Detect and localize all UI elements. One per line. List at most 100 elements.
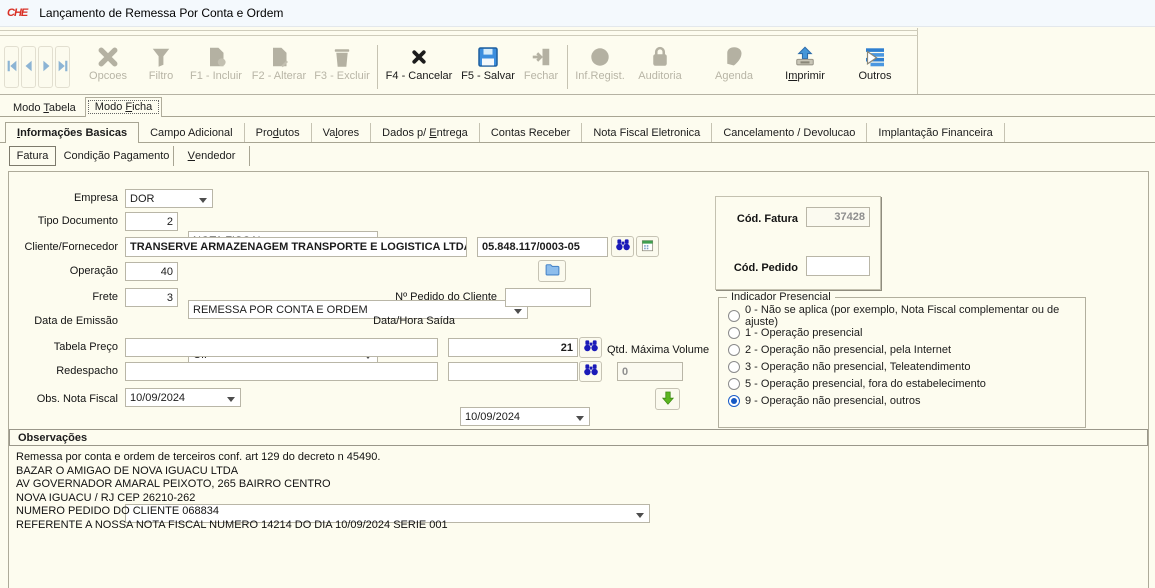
first-record-button[interactable] [4,46,19,88]
first-record-icon [5,59,19,76]
application-window: CHE Lançamento de Remessa Por Conta e Or… [0,0,1155,588]
tipo-documento-label: Tipo Documento [0,212,118,231]
operacao-code-field[interactable]: 40 [125,262,178,281]
data-emissao-label: Data de Emissão [0,312,118,331]
pedido-cliente-field[interactable] [505,288,591,307]
last-record-button[interactable] [55,46,70,88]
observacoes-memo[interactable]: Remessa por conta e ordem de terceiros c… [16,451,1126,532]
tab-informacoes-basicas[interactable]: Informações Basicas [5,122,139,143]
agenda-button[interactable]: Agenda [703,42,765,92]
next-record-icon [39,59,53,76]
radio-indicador-1[interactable]: 1 - Operação presencial [728,325,862,340]
observacoes-header: Observações [9,429,1148,446]
tab-cancelamento-devolucao[interactable]: Cancelamento / Devolucao [712,123,867,142]
memo-line: AV GOVERNADOR AMARAL PEIXOTO, 265 BAIRRO… [16,478,1126,492]
previous-record-button[interactable] [21,46,36,88]
empresa-label: Empresa [0,189,118,208]
indicador-presencial-group: Indicador Presencial 0 - Não se aplica (… [718,297,1086,428]
auditoria-button[interactable]: Auditoria [631,42,689,92]
outros-button[interactable]: Outros [844,42,906,92]
pedido-cliente-label: Nº Pedido do Cliente [385,288,497,307]
cliente-calendar-button[interactable] [636,236,659,257]
tab-modo-tabela[interactable]: Modo Tabela [4,99,85,116]
f4-cancelar-button[interactable]: F4 - Cancelar [382,42,456,92]
data-emissao-picker[interactable]: 10/09/2024 [125,388,241,407]
tab-modo-ficha[interactable]: Modo Ficha [85,97,163,117]
tab-fatura[interactable]: Fatura [9,146,56,166]
cod-pedido-label: Cód. Pedido [726,259,798,278]
cliente-nome-field[interactable]: TRANSERVE ARMAZENAGEM TRANSPORTE E LOGIS… [125,237,467,257]
toolbar-separator [567,45,568,89]
tab-condicao-pagamento[interactable]: Condição Pagamento [60,146,174,166]
fechar-button[interactable]: Fechar [518,42,564,92]
memo-line: BAZAR O AMIGAO DE NOVA IGUACU LTDA [16,465,1126,479]
next-record-button[interactable] [38,46,53,88]
cod-pedido-field[interactable] [806,256,870,276]
tab-contas-receber[interactable]: Contas Receber [480,123,583,142]
f5-salvar-button[interactable]: F5 - Salvar [458,42,518,92]
binoculars-icon [615,237,631,256]
memo-line: Remessa por conta e ordem de terceiros c… [16,451,1126,465]
tab-nota-fiscal-eletronica[interactable]: Nota Fiscal Eletronica [582,123,712,142]
binoculars-icon [583,362,599,381]
radio-icon [728,361,740,373]
redespacho-code-field[interactable] [448,362,578,381]
memo-line: REFERENTE A NOSSA NOTA FISCAL NUMERO 142… [16,519,1126,533]
redespacho-search-button[interactable] [579,361,602,382]
radio-indicador-0[interactable]: 0 - Não se aplica (por exemplo, Nota Fis… [728,308,1085,323]
tab-dados-p-entrega[interactable]: Dados p/ Entrega [371,123,480,142]
app-logo: CHE [7,7,27,19]
tab-implantacao-financeira[interactable]: Implantação Financeira [867,123,1004,142]
tab-vendedor[interactable]: Vendedor [174,146,250,166]
redespacho-field[interactable] [125,362,438,381]
toolbar-gripper [0,30,918,36]
qtd-maxima-volume-label: Qtd. Máxima Volume [607,341,719,360]
info-circle-icon [588,43,612,70]
tabela-preco-code-field[interactable]: 21 [448,338,578,357]
agenda-icon [722,43,746,70]
cancel-x-icon [409,43,429,70]
tab-campo-adicional[interactable]: Campo Adicional [139,123,245,142]
radio-indicador-4[interactable]: 5 - Operação presencial, fora do estabel… [728,376,986,391]
document-add-icon [204,43,228,70]
lock-icon [648,43,672,70]
toolbar-separator [377,45,378,89]
data-saida-picker[interactable]: 10/09/2024 [460,407,590,426]
document-edit-icon [267,43,291,70]
cliente-cnpj-field[interactable]: 05.848.117/0003-05 [477,237,608,257]
radio-icon [728,378,740,390]
inf-regist-button[interactable]: Inf.Regist. [571,42,629,92]
menu-list-icon [863,43,887,70]
binoculars-icon [583,338,599,357]
f2-alterar-button[interactable]: F2 - Alterar [248,42,310,92]
radio-icon [728,395,740,407]
radio-icon [728,327,740,339]
tab-valores[interactable]: Valores [312,123,372,142]
frete-code-field[interactable]: 3 [125,288,178,307]
green-down-arrow-icon [660,390,676,409]
imprimir-button[interactable]: Imprimir [772,42,838,92]
folder-icon [544,261,561,281]
radio-icon [728,344,740,356]
last-record-icon [56,59,70,76]
window-title: Lançamento de Remessa Por Conta e Ordem [39,6,283,20]
memo-line: NUMERO PEDIDO DO CLIENTE 068834 [16,505,1126,519]
tabela-preco-search-button[interactable] [579,337,602,358]
filtro-button[interactable]: Filtro [140,42,182,92]
tipo-documento-code-field[interactable]: 2 [125,212,178,231]
qtd-maxima-volume-field[interactable]: 0 [617,362,683,381]
radio-indicador-2[interactable]: 2 - Operação não presencial, pela Intern… [728,342,951,357]
radio-indicador-3[interactable]: 3 - Operação não presencial, Teleatendim… [728,359,970,374]
tab-produtos[interactable]: Produtos [245,123,312,142]
f1-incluir-button[interactable]: F1 - Incluir [186,42,246,92]
tabela-preco-field[interactable] [125,338,438,357]
cliente-search-button[interactable] [611,236,634,257]
f3-excluir-button[interactable]: F3 - Excluir [312,42,372,92]
obs-insert-button[interactable] [655,388,680,410]
opcoes-button[interactable]: Opcoes [82,42,134,92]
operacao-folder-button[interactable] [538,260,566,282]
radio-indicador-5[interactable]: 9 - Operação não presencial, outros [728,393,921,408]
observacoes-title: Observações [18,432,87,444]
cod-fatura-label: Cód. Fatura [726,210,798,229]
empresa-combobox[interactable]: DOR [125,189,213,208]
